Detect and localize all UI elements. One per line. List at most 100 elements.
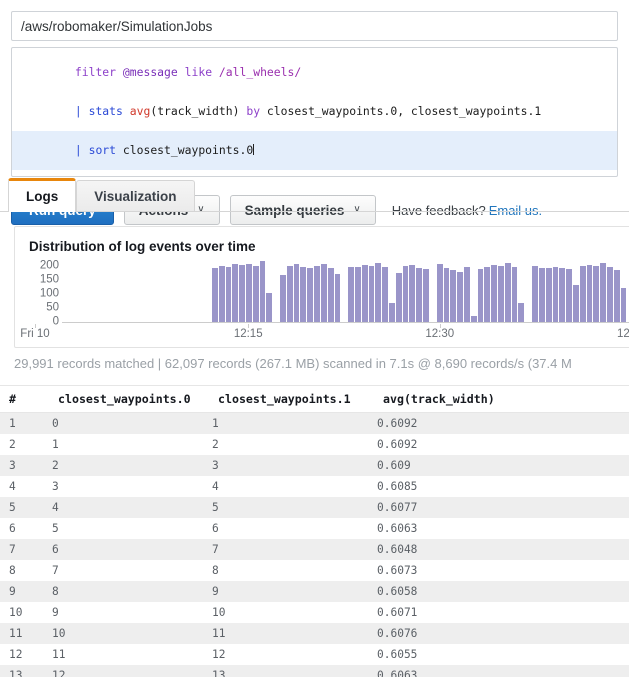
- query-token-pipe-2: |: [74, 104, 82, 118]
- chart-bar: [225, 266, 232, 322]
- cell-index: 8: [9, 564, 16, 577]
- table-row[interactable]: 1 0 1 0.6092: [0, 413, 629, 434]
- chart-bar: [389, 302, 395, 322]
- table-row[interactable]: 4 3 4 0.6085: [0, 476, 629, 497]
- column-header-closest-waypoints-0-label: closest_waypoints.0: [58, 392, 191, 406]
- chart-bar: [348, 266, 354, 322]
- chart-bar: [327, 268, 334, 322]
- chart-bar: [259, 261, 266, 322]
- column-header-avg-track-width[interactable]: avg(track_width): [377, 392, 577, 406]
- cell-avg-track-width: 0.609: [377, 459, 411, 472]
- table-row[interactable]: 10 9 10 0.6071: [0, 602, 629, 623]
- chart-y-tick-label: 200: [39, 258, 59, 271]
- table-row[interactable]: 12 11 12 0.6055: [0, 644, 629, 665]
- query-editor[interactable]: filter @message like /all_wheels/ | stat…: [11, 47, 618, 177]
- chart-bar: [484, 266, 491, 322]
- query-token-sort: sort: [88, 143, 117, 157]
- chart-x-axis: Fri 10 12:15 12:30 12:45: [20, 324, 629, 340]
- chart-bar: [572, 285, 579, 322]
- table-row[interactable]: 9 8 9 0.6058: [0, 581, 629, 602]
- column-header-avg-track-width-label: avg(track_width): [383, 392, 495, 406]
- column-header-index[interactable]: #: [0, 392, 52, 406]
- table-row[interactable]: 13 12 13 0.6063: [0, 665, 629, 677]
- chart-bar: [280, 274, 286, 322]
- chart-bar: [375, 262, 382, 322]
- chart-bar: [552, 267, 559, 322]
- chart-bar: [211, 267, 218, 322]
- query-token-track-width: track_width: [157, 104, 233, 118]
- chart-bar: [620, 288, 627, 322]
- cell-index: 2: [9, 438, 16, 451]
- chart-bar: [361, 264, 368, 322]
- cell-closest-waypoints-1: 5: [212, 501, 219, 514]
- cell-index: 1: [9, 417, 16, 430]
- cell-index: 10: [9, 606, 23, 619]
- tab-visualization[interactable]: Visualization: [76, 180, 195, 211]
- chart-bar: [286, 266, 293, 322]
- cell-avg-track-width: 0.6076: [377, 627, 418, 640]
- chart-x-tick-label: 12:45: [616, 328, 629, 340]
- cell-index: 4: [9, 480, 16, 493]
- chart-bars: [62, 260, 629, 322]
- cell-avg-track-width: 0.6073: [377, 564, 418, 577]
- chart-y-tick-label: 100: [39, 287, 59, 300]
- query-token-message-field: @message: [122, 65, 178, 79]
- column-header-closest-waypoints-0[interactable]: closest_waypoints.0: [52, 392, 212, 406]
- tab-logs-label: Logs: [26, 189, 59, 204]
- cell-index: 11: [9, 627, 23, 640]
- chart-bar: [518, 302, 525, 322]
- query-line-2[interactable]: | stats avg(track_width) by closest_wayp…: [12, 92, 617, 131]
- query-line-1[interactable]: filter @message like /all_wheels/: [12, 53, 617, 92]
- chart-bar: [450, 269, 457, 322]
- query-token-by: by: [246, 104, 261, 118]
- cell-closest-waypoints-0: 9: [52, 606, 59, 619]
- chart-bar: [409, 264, 416, 322]
- cell-closest-waypoints-1: 12: [212, 648, 226, 661]
- table-row[interactable]: 7 6 7 0.6048: [0, 539, 629, 560]
- chart-bar: [559, 267, 566, 322]
- cell-avg-track-width: 0.6058: [377, 585, 418, 598]
- chart-bar: [498, 265, 504, 322]
- chart-plot-area[interactable]: [62, 260, 629, 323]
- tab-logs[interactable]: Logs: [8, 178, 77, 212]
- chart-bar: [593, 265, 600, 322]
- cell-closest-waypoints-1: 6: [212, 522, 219, 535]
- column-header-closest-waypoints-1-label: closest_waypoints.1: [218, 392, 351, 406]
- chart-bar: [504, 262, 511, 322]
- chart-bar: [245, 263, 252, 322]
- chart-bar: [252, 266, 259, 322]
- chart-bar: [402, 266, 409, 322]
- cell-closest-waypoints-1: 10: [212, 606, 226, 619]
- log-group-value: /aws/robomaker/SimulationJobs: [21, 18, 213, 34]
- table-row[interactable]: 11 10 11 0.6076: [0, 623, 629, 644]
- log-group-select[interactable]: /aws/robomaker/SimulationJobs: [11, 11, 618, 41]
- column-header-closest-waypoints-1[interactable]: closest_waypoints.1: [212, 392, 377, 406]
- chart-bar: [423, 269, 429, 322]
- cell-closest-waypoints-0: 6: [52, 543, 59, 556]
- results-tabs: Logs Visualization: [0, 178, 629, 212]
- query-line-3[interactable]: | sort closest_waypoints.0: [12, 131, 617, 170]
- chart-bar: [314, 266, 320, 322]
- chart-bar: [300, 267, 307, 322]
- cell-closest-waypoints-0: 5: [52, 522, 59, 535]
- table-row[interactable]: 3 2 3 0.609: [0, 455, 629, 476]
- chart-bar: [266, 293, 273, 322]
- cloudwatch-logs-insights-page: /aws/robomaker/SimulationJobs filter @me…: [0, 0, 629, 677]
- chart-bar: [395, 272, 402, 322]
- cell-index: 12: [9, 648, 23, 661]
- chart-bar: [307, 268, 314, 322]
- table-row[interactable]: 8 7 8 0.6073: [0, 560, 629, 581]
- chart-bar: [600, 262, 606, 322]
- table-row[interactable]: 5 4 5 0.6077: [0, 497, 629, 518]
- results-table: # closest_waypoints.0 closest_waypoints.…: [0, 385, 629, 677]
- chart-bar: [368, 265, 375, 322]
- table-row[interactable]: 2 1 2 0.6092: [0, 434, 629, 455]
- chart-bar: [579, 266, 586, 322]
- log-events-histogram-card: Distribution of log events over time 0 50…: [14, 226, 629, 348]
- chart-bar: [586, 264, 593, 322]
- table-row[interactable]: 6 5 6 0.6063: [0, 518, 629, 539]
- query-token-stats: stats: [88, 104, 123, 118]
- cell-index: 6: [9, 522, 16, 535]
- chart-bar: [334, 273, 341, 322]
- chart-bar: [566, 269, 572, 322]
